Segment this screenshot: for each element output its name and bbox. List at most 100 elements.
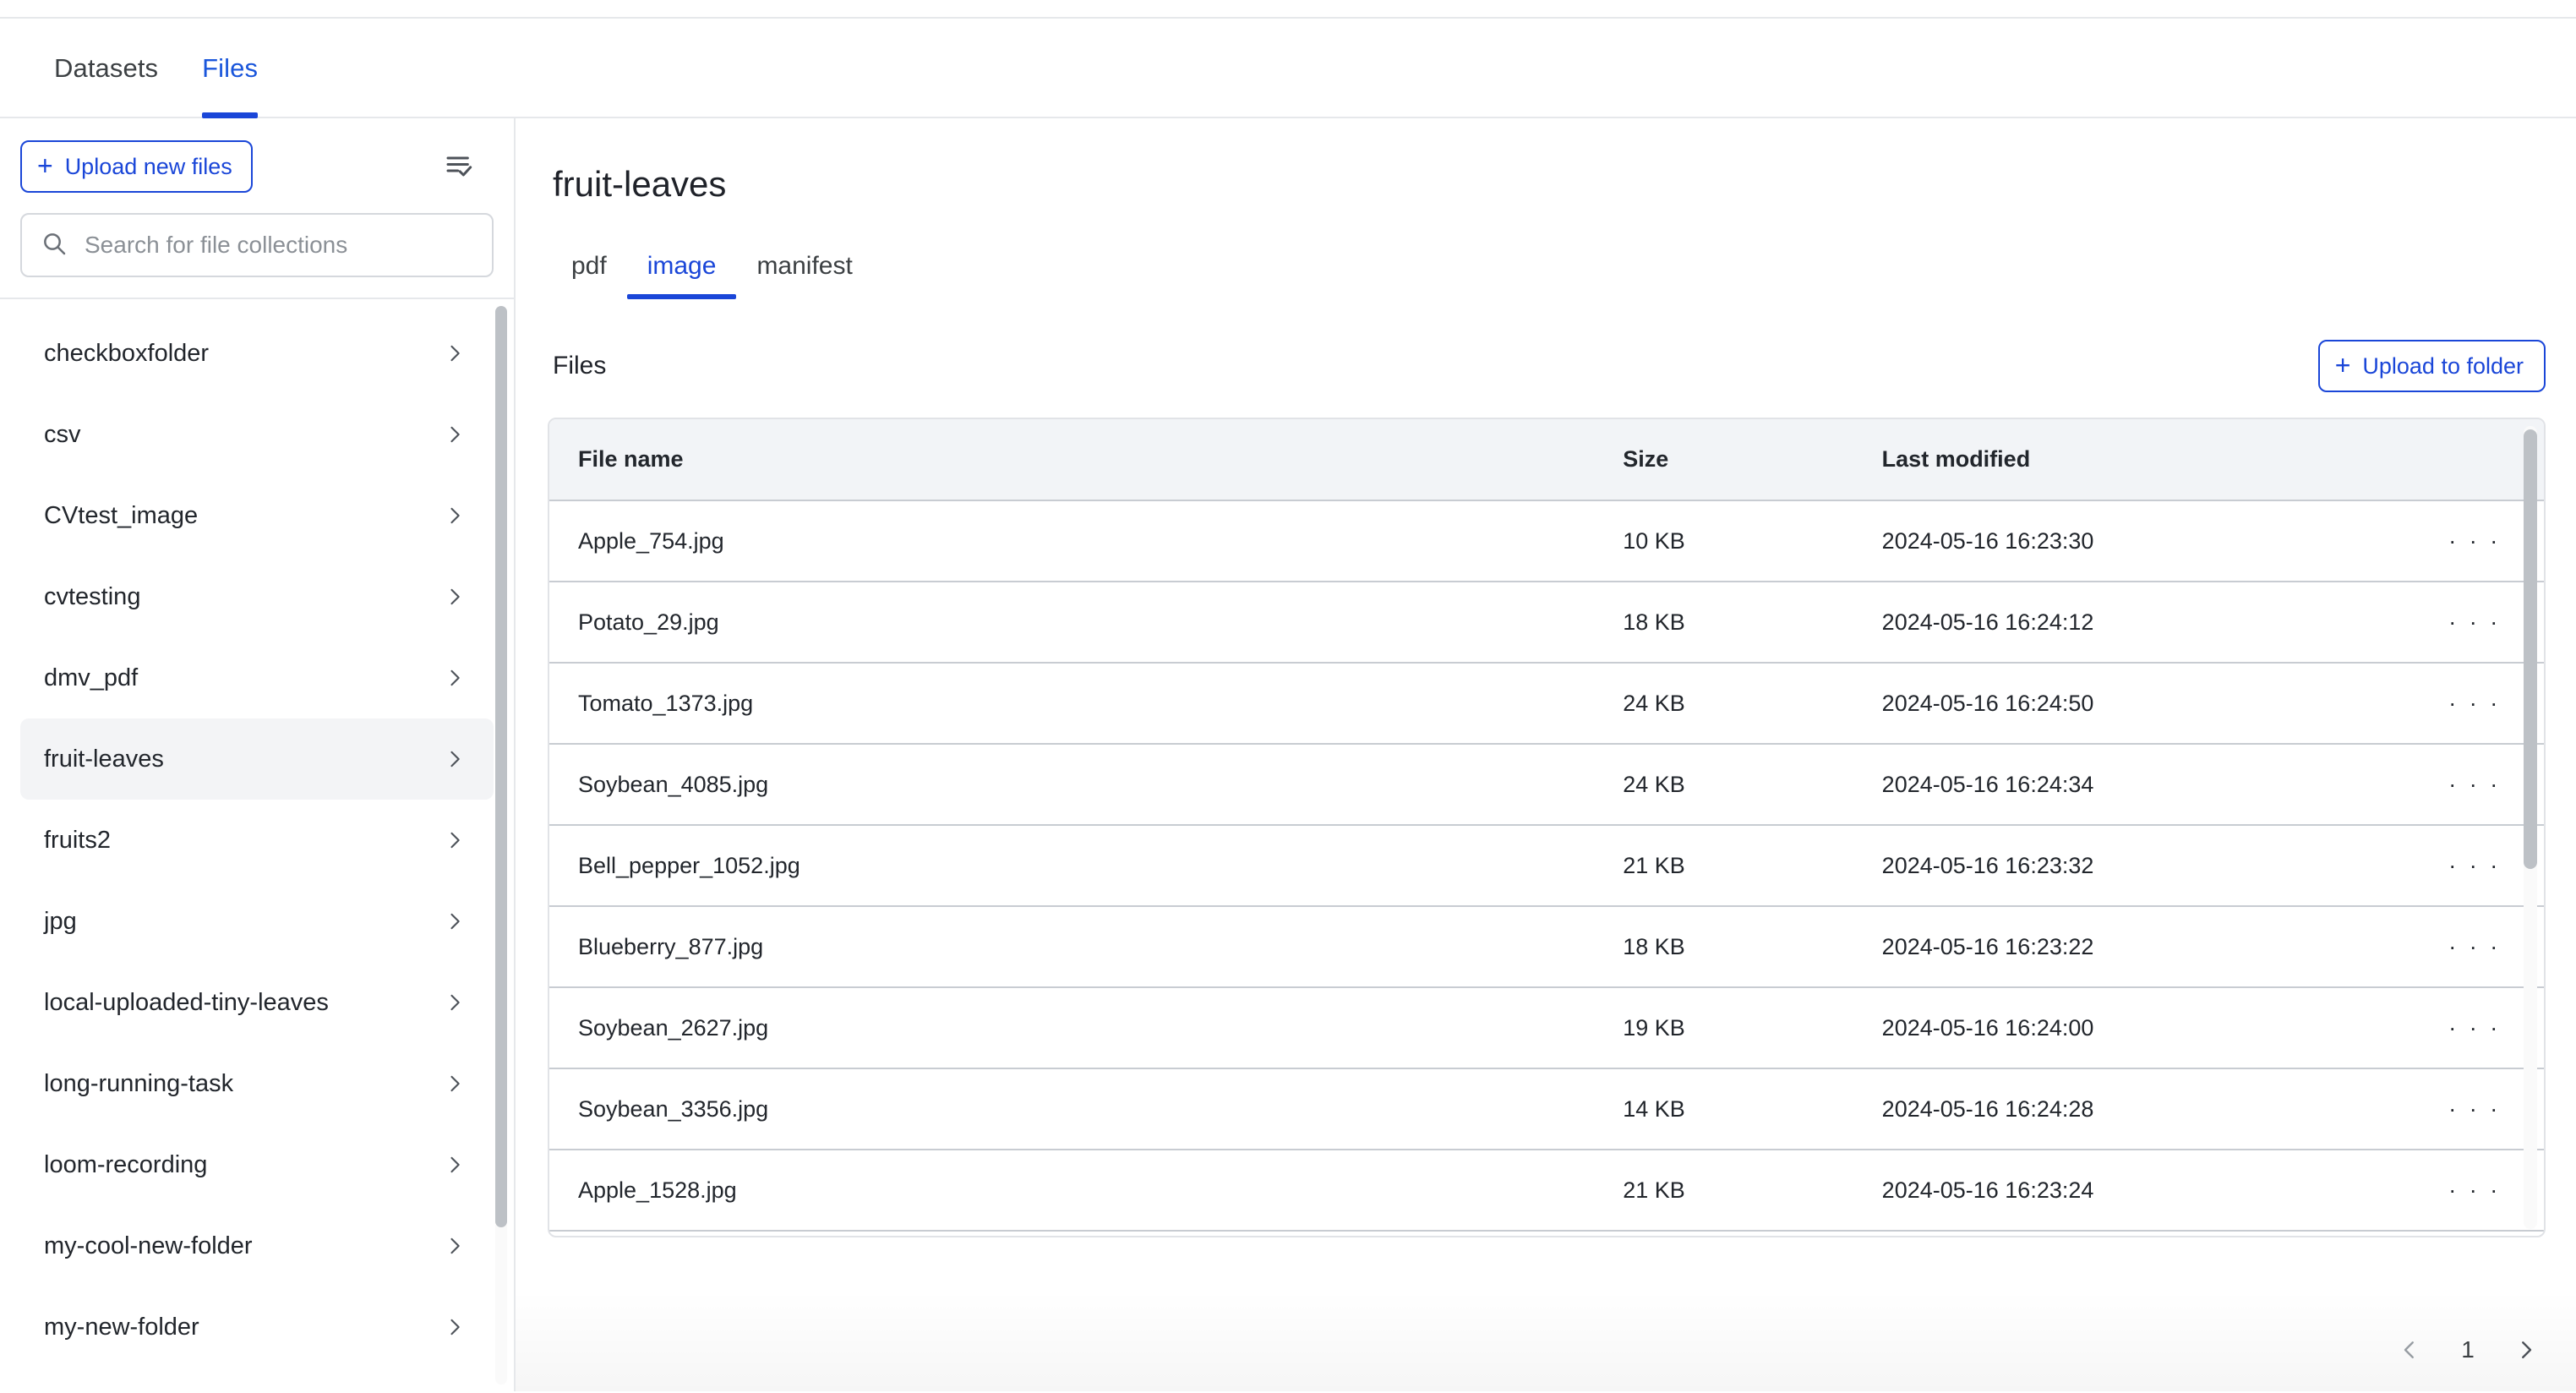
sidebar-item[interactable]: my-cool-new-folder [20,1205,494,1286]
chevron-right-icon [443,1234,467,1258]
cell-size: 21 KB [1594,1150,1853,1232]
column-header-file-name[interactable]: File name [549,419,1595,501]
table-row[interactable]: Potato_29.jpg 18 KB 2024-05-16 16:24:12 · ·… [549,582,2544,664]
sidebar-item[interactable]: csv [20,394,494,475]
sidebar-item-label: cvtesting [44,582,141,610]
primary-tab-bar: Datasets Files [0,19,2576,118]
sidebar-item-label: fruits2 [44,826,111,854]
upload-to-folder-button[interactable]: + Upload to folder [2317,340,2546,392]
sidebar-item-label: my-new-folder [44,1313,199,1341]
cell-size: 10 KB [1594,500,1853,582]
cell-size: 24 KB [1594,744,1853,826]
cell-size: 21 KB [1594,825,1853,907]
sidebar-item[interactable]: newdir [20,1368,494,1391]
chevron-right-icon [443,504,467,527]
cell-size: 14 KB [1594,1068,1853,1150]
chevron-right-icon [443,910,467,933]
tab-datasets[interactable]: Datasets [32,19,180,118]
upload-to-folder-label: Upload to folder [2362,352,2524,379]
cell-file-name: Soybean_3356.jpg [549,1068,1595,1150]
tab-manifest[interactable]: manifest [736,252,872,299]
cell-file-name: Tomato_1373.jpg [549,663,1595,745]
column-header-last-modified[interactable]: Last modified [1853,419,2406,501]
sidebar-scrollbar-track[interactable] [495,306,507,1385]
chevron-right-icon [443,1153,467,1177]
sidebar-item-label: checkboxfolder [44,339,210,367]
sidebar-item[interactable]: long-running-task [20,1043,494,1124]
window-top-strip [0,0,2576,19]
sidebar-item[interactable]: cvtesting [20,556,494,637]
cell-file-name: Bell_pepper_1052.jpg [549,825,1595,907]
sidebar-header: + Upload new files [0,118,514,277]
page-title: fruit-leaves [553,164,727,204]
tab-image[interactable]: image [626,252,737,299]
cell-last-modified: 2024-05-16 16:24:00 [1853,987,2406,1069]
sidebar-item[interactable]: local-uploaded-tiny-leaves [20,962,494,1043]
sidebar-item[interactable]: fruit-leaves [20,718,494,800]
table-row[interactable]: Soybean_4085.jpg 24 KB 2024-05-16 16:24:34… [549,744,2544,826]
table-scrollbar-thumb[interactable] [2524,429,2537,869]
cell-file-name: Soybean_4085.jpg [549,744,1595,826]
table-row[interactable]: Soybean_3356.jpg 14 KB 2024-05-16 16:24:28… [549,1068,2544,1150]
table-header-row: File name Size Last modified [549,419,2544,501]
chevron-right-icon [443,1315,467,1339]
sidebar-item-label: csv [44,420,81,448]
table-scrollbar-track[interactable] [2524,426,2537,1229]
upload-new-files-label: Upload new files [64,153,232,179]
tab-manifest-label: manifest [756,252,853,280]
files-table: File name Size Last modified Apple_754.j… [549,419,2544,1232]
plus-icon: + [37,150,53,181]
column-header-size[interactable]: Size [1594,419,1853,501]
table-row[interactable]: Apple_754.jpg 10 KB 2024-05-16 16:23:30 · ·… [549,500,2544,582]
cell-last-modified: 2024-05-16 16:24:12 [1853,582,2406,664]
sidebar-item-label: fruit-leaves [44,745,164,773]
cell-size: 18 KB [1594,582,1853,664]
cell-last-modified: 2024-05-16 16:24:50 [1853,663,2406,745]
table-row[interactable]: Soybean_2627.jpg 19 KB 2024-05-16 16:24:00… [549,987,2544,1069]
cell-last-modified: 2024-05-16 16:24:28 [1853,1068,2406,1150]
sidebar-item[interactable]: fruits2 [20,800,494,881]
upload-new-files-button[interactable]: + Upload new files [20,140,253,193]
cell-last-modified: 2024-05-16 16:24:34 [1853,744,2406,826]
tab-files-label: Files [202,53,259,83]
sidebar-item[interactable]: checkboxfolder [20,313,494,394]
pagination-next-button[interactable] [2507,1330,2546,1369]
tab-pdf-label: pdf [571,252,607,280]
sidebar-item-label: my-cool-new-folder [44,1232,253,1259]
sidebar-item[interactable]: CVtest_image [20,475,494,556]
table-row[interactable]: Bell_pepper_1052.jpg 21 KB 2024-05-16 16:2… [549,825,2544,907]
table-row[interactable]: Blueberry_877.jpg 18 KB 2024-05-16 16:23:2… [549,906,2544,988]
files-table-card: File name Size Last modified Apple_754.j… [548,418,2546,1237]
sidebar-item[interactable]: my-new-folder [20,1286,494,1368]
pagination-prev-button[interactable] [2390,1330,2429,1369]
file-collections-list-container: checkboxfolder csv CVtest_image cvtesting dm… [0,298,514,1391]
cell-size: 24 KB [1594,663,1853,745]
sidebar-item[interactable]: dmv_pdf [20,637,494,718]
sidebar-item-label: local-uploaded-tiny-leaves [44,988,329,1016]
tab-pdf[interactable]: pdf [551,252,627,299]
chevron-right-icon [443,423,467,446]
search-file-collections[interactable] [20,213,494,277]
content-area: + Upload new files Search for file colle… [0,118,2576,1391]
chevron-right-icon [443,991,467,1014]
table-row[interactable]: Tomato_1373.jpg 24 KB 2024-05-16 16:24:50 ·… [549,663,2544,745]
chevron-right-icon [443,1072,467,1095]
sort-filter-check-icon[interactable] [438,144,483,189]
sidebar-item[interactable]: loom-recording [20,1124,494,1205]
cell-last-modified: 2024-05-16 16:23:32 [1853,825,2406,907]
tab-files[interactable]: Files [180,19,280,118]
search-icon [41,230,68,261]
cell-file-name: Apple_1528.jpg [549,1150,1595,1232]
files-section-label: Files [553,352,607,380]
files-toolbar: Files + Upload to folder [548,340,2546,392]
sidebar-item-label: dmv_pdf [44,664,139,691]
cell-size: 19 KB [1594,987,1853,1069]
sidebar-scrollbar-thumb[interactable] [495,306,507,1227]
pagination: 1 [2390,1330,2546,1369]
sidebar-actions-row: + Upload new files [20,140,494,193]
sidebar-item[interactable]: jpg [20,881,494,962]
chevron-right-icon [443,666,467,690]
table-row[interactable]: Apple_1528.jpg 21 KB 2024-05-16 16:23:24 · … [549,1150,2544,1232]
file-collections-list: checkboxfolder csv CVtest_image cvtesting dm… [0,299,514,1391]
search-input[interactable] [83,231,473,259]
